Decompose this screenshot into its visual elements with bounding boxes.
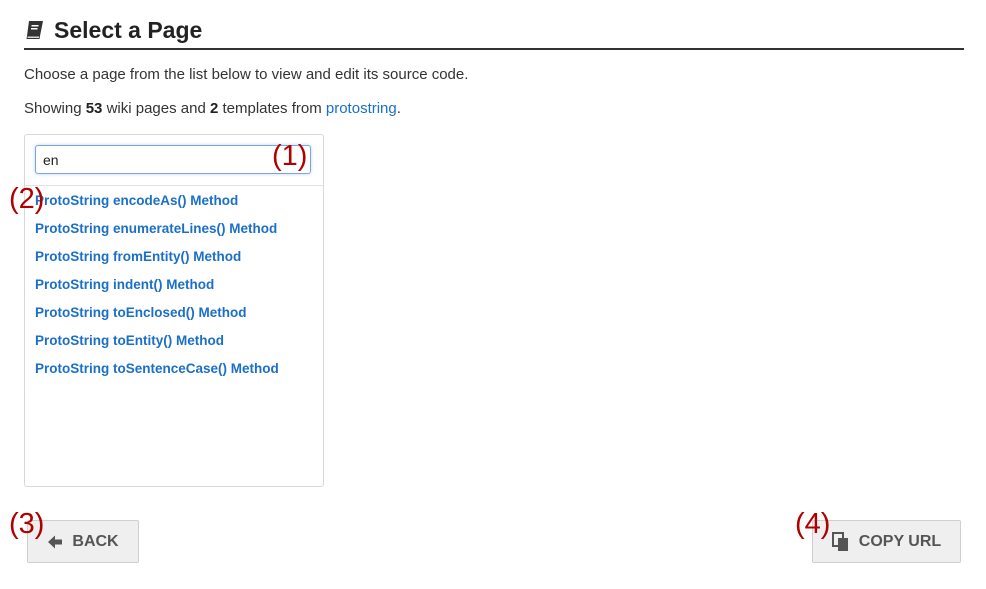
marker-2: (2) <box>9 183 45 215</box>
result-item[interactable]: ProtoString indent() Method <box>35 275 279 303</box>
result-item[interactable]: ProtoString toEntity() Method <box>35 331 279 359</box>
result-list: ProtoString encodeAs() Method ProtoStrin… <box>35 191 279 387</box>
back-button-label: BACK <box>72 532 119 550</box>
wiki-page-count: 53 <box>85 100 103 117</box>
copy-icon <box>831 531 848 551</box>
intro-text: Choose a page from the list below to vie… <box>24 66 469 83</box>
summary-pages-text: wiki pages and <box>102 100 210 117</box>
search-input[interactable] <box>35 145 311 174</box>
page-header: Select a Page <box>24 12 964 50</box>
page-title: Select a Page <box>54 16 203 43</box>
page-count-summary: Showing 53 wiki pages and 2 templates fr… <box>24 100 401 117</box>
summary-showing: Showing <box>24 100 86 117</box>
result-item[interactable]: ProtoString fromEntity() Method <box>35 247 279 275</box>
result-item[interactable]: ProtoString encodeAs() Method <box>35 191 279 219</box>
source-link[interactable]: protostring <box>326 100 397 117</box>
marker-4: (4) <box>795 508 831 540</box>
marker-3: (3) <box>9 508 45 540</box>
result-item[interactable]: ProtoString enumerateLines() Method <box>35 219 279 247</box>
result-item[interactable]: ProtoString toEnclosed() Method <box>35 303 279 331</box>
book-icon <box>24 19 46 41</box>
summary-period: . <box>396 100 401 117</box>
copy-url-button-label: COPY URL <box>858 532 942 550</box>
arrow-left-icon <box>48 535 63 548</box>
copy-url-button[interactable]: COPY URL <box>812 520 961 563</box>
summary-templates-text: templates from <box>218 100 326 117</box>
result-item[interactable]: ProtoString toSentenceCase() Method <box>35 359 279 387</box>
page-selector-panel: ProtoString encodeAs() Method ProtoStrin… <box>24 134 324 487</box>
marker-1: (1) <box>272 140 308 172</box>
